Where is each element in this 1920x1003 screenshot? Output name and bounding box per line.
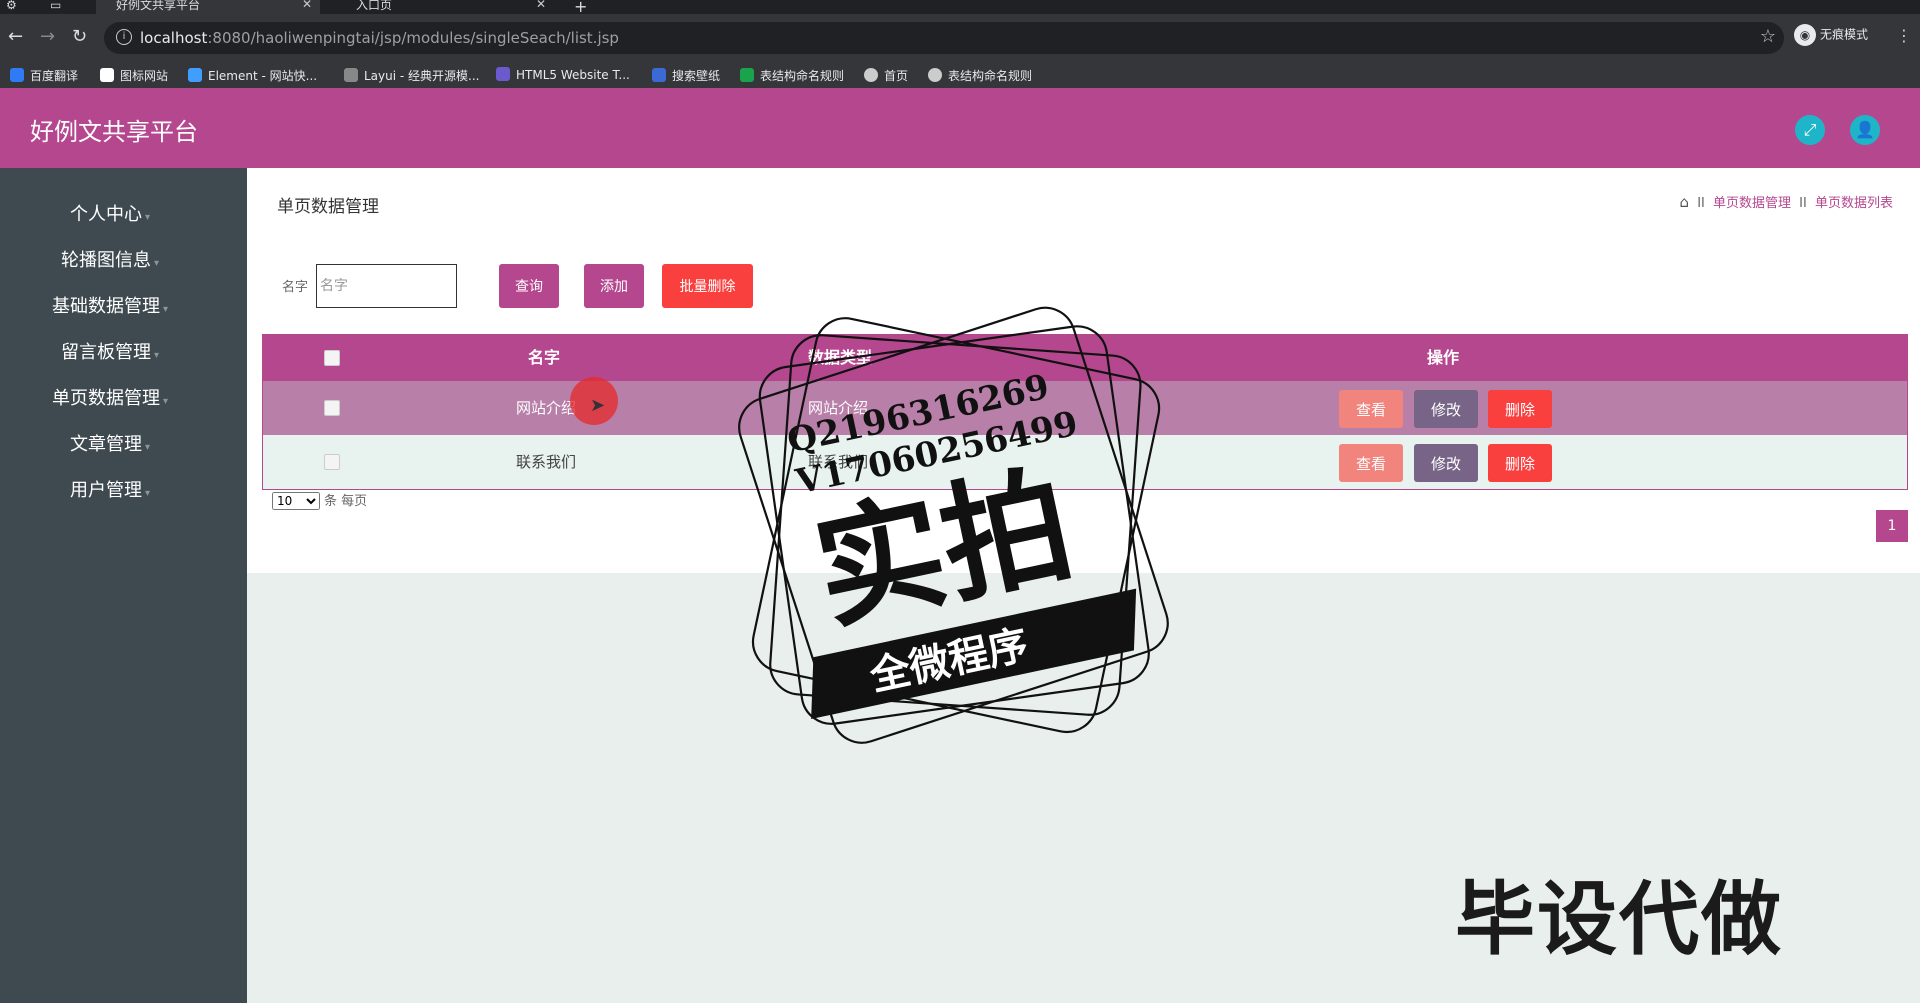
bookmark-star-icon[interactable]: ☆ xyxy=(1760,26,1776,47)
wallpaper-icon xyxy=(652,68,666,82)
caret-icon: ▾ xyxy=(162,396,169,407)
edit-button[interactable]: 修改 xyxy=(1414,390,1478,428)
cursor-arrow-icon: ➤ xyxy=(590,395,606,416)
watermark-stamp: Q2196316269 V17060256499 实拍 全微程序 ★ ★ xyxy=(738,306,1169,744)
bookmark-item[interactable]: 搜索壁纸 xyxy=(652,67,720,84)
page-size-select[interactable]: 10 xyxy=(272,492,320,510)
edit-button[interactable]: 修改 xyxy=(1414,444,1478,482)
close-icon[interactable]: ✕ xyxy=(302,0,312,10)
caret-icon: ▾ xyxy=(144,212,151,223)
reload-icon[interactable]: ↻ xyxy=(72,26,87,47)
more-menu-icon[interactable]: ⋮ xyxy=(1896,26,1912,45)
fullscreen-icon[interactable]: ⤢ xyxy=(1795,115,1825,145)
caret-icon: ▾ xyxy=(162,304,169,315)
caret-icon: ▾ xyxy=(144,442,151,453)
window-icon: ▭ xyxy=(50,0,62,12)
caret-icon: ▾ xyxy=(153,258,160,269)
caret-icon: ▾ xyxy=(153,350,160,361)
translate-icon xyxy=(10,68,24,82)
search-label: 名字 xyxy=(282,280,309,295)
caret-icon: ▾ xyxy=(144,488,151,499)
watermark-bottom-text: 毕设代做 xyxy=(1455,873,1783,966)
flag-icon xyxy=(100,68,114,82)
breadcrumb: ⌂ II 单页数据管理 II 单页数据列表 xyxy=(1679,193,1893,211)
column-header-name: 名字 xyxy=(528,348,561,367)
view-button[interactable]: 查看 xyxy=(1339,390,1403,428)
tab-title: 好例文共享平台 xyxy=(116,0,201,12)
incognito-icon: ◉ xyxy=(1794,24,1816,46)
element-icon xyxy=(188,68,202,82)
delete-button[interactable]: 删除 xyxy=(1488,444,1552,482)
query-button[interactable]: 查询 xyxy=(499,264,559,308)
sheet-icon xyxy=(740,68,754,82)
column-header-actions: 操作 xyxy=(1427,348,1460,367)
sidebar-item-single-page[interactable]: 单页数据管理 ▾ xyxy=(0,384,220,410)
row-checkbox[interactable] xyxy=(324,454,340,470)
bookmarks-bar: 百度翻译 图标网站 Element - 网站快... Layui - 经典开源模… xyxy=(0,62,1920,88)
sidebar-item-users[interactable]: 用户管理 ▾ xyxy=(0,476,220,502)
breadcrumb-item[interactable]: 单页数据列表 xyxy=(1815,196,1893,211)
sidebar-item-message-board[interactable]: 留言板管理 ▾ xyxy=(0,338,220,364)
page-title: 单页数据管理 xyxy=(277,197,379,217)
globe-icon xyxy=(864,68,878,82)
address-bar: ← → ↻ i localhost:8080/haoliwenpingtai/j… xyxy=(0,14,1920,62)
breadcrumb-item[interactable]: 单页数据管理 xyxy=(1713,196,1791,211)
bookmark-item[interactable]: Layui - 经典开源模... xyxy=(344,67,479,84)
info-icon[interactable]: i xyxy=(116,29,132,45)
page-number-button[interactable]: 1 xyxy=(1876,510,1908,542)
url-text: localhost:8080/haoliwenpingtai/jsp/modul… xyxy=(140,29,619,47)
back-icon[interactable]: ← xyxy=(8,26,23,47)
layui-icon xyxy=(344,68,358,82)
home-icon[interactable]: ⌂ xyxy=(1680,193,1690,211)
app-title: 好例文共享平台 xyxy=(30,118,198,146)
user-icon[interactable]: 👤 xyxy=(1850,115,1880,145)
cell-name: 网站介绍 xyxy=(516,399,577,417)
page-size-control: 10条 每页 xyxy=(272,490,367,510)
name-search-input[interactable] xyxy=(316,264,457,308)
star-icon: ★ xyxy=(1105,584,1135,624)
bookmark-item[interactable]: 表结构命名规则 xyxy=(928,67,1032,84)
bookmark-item[interactable]: 图标网站 xyxy=(100,67,168,84)
sidebar-item-articles[interactable]: 文章管理 ▾ xyxy=(0,430,220,456)
row-checkbox[interactable] xyxy=(324,400,340,416)
bookmark-item[interactable]: Element - 网站快... xyxy=(188,67,317,84)
sidebar-item-basic-data[interactable]: 基础数据管理 ▾ xyxy=(0,292,220,318)
view-button[interactable]: 查看 xyxy=(1339,444,1403,482)
tab-title: 入口页 xyxy=(356,0,393,12)
browser-menu-icon[interactable]: ⚙ xyxy=(6,0,36,14)
cell-name: 联系我们 xyxy=(516,453,577,471)
tab-active[interactable]: 好例文共享平台 ✕ xyxy=(96,0,320,14)
sidebar: 个人中心 ▾ 轮播图信息 ▾ 基础数据管理 ▾ 留言板管理 ▾ 单页数据管理 ▾ 文章管理… xyxy=(0,168,247,1003)
incognito-indicator[interactable]: ◉ 无痕模式 xyxy=(1794,24,1868,46)
sidebar-item-profile[interactable]: 个人中心 ▾ xyxy=(0,200,220,226)
star-icon: ★ xyxy=(820,669,850,709)
globe-icon xyxy=(928,68,942,82)
select-all-checkbox[interactable] xyxy=(324,350,340,366)
add-button[interactable]: 添加 xyxy=(584,264,644,308)
delete-button[interactable]: 删除 xyxy=(1488,390,1552,428)
html5-icon xyxy=(496,67,510,81)
tab-entry[interactable]: 入口页 ✕ xyxy=(330,0,554,14)
bookmark-item[interactable]: 百度翻译 xyxy=(10,67,78,84)
bookmark-item[interactable]: 表结构命名规则 xyxy=(740,67,844,84)
app-header: 好例文共享平台 ⤢ 👤 xyxy=(0,88,1920,168)
browser-tab-bar: ⚙ ▭ 好例文共享平台 ✕ 入口页 ✕ + xyxy=(0,0,1920,16)
forward-icon[interactable]: → xyxy=(40,26,55,47)
bookmark-item[interactable]: HTML5 Website T... xyxy=(496,67,630,82)
url-field[interactable]: i localhost:8080/haoliwenpingtai/jsp/mod… xyxy=(104,22,1784,54)
bookmark-item[interactable]: 首页 xyxy=(864,67,908,84)
close-icon[interactable]: ✕ xyxy=(536,0,546,10)
sidebar-item-carousel[interactable]: 轮播图信息 ▾ xyxy=(0,246,220,272)
